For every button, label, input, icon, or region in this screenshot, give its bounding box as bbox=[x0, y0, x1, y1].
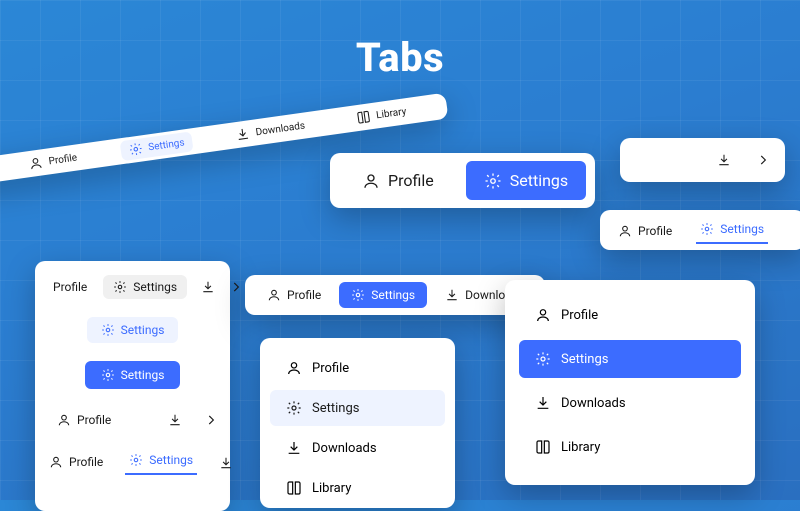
gear-icon bbox=[129, 453, 143, 467]
gear-icon bbox=[286, 400, 302, 416]
tab-label: Profile bbox=[638, 224, 672, 238]
download-icon bbox=[445, 288, 459, 302]
gear-icon bbox=[113, 280, 127, 294]
download-icon bbox=[717, 153, 731, 167]
tab-settings[interactable]: Settings bbox=[85, 361, 181, 389]
tabs-overflow bbox=[620, 138, 785, 182]
tab-profile[interactable]: Profile bbox=[45, 275, 95, 299]
tab-label: Settings bbox=[121, 368, 165, 382]
tab-profile[interactable]: Profile bbox=[614, 218, 676, 244]
tab-label: Profile bbox=[53, 280, 87, 294]
tab-label: Library bbox=[375, 106, 407, 121]
tab-settings[interactable]: Settings bbox=[270, 390, 445, 426]
tab-settings[interactable]: Settings bbox=[466, 161, 586, 200]
tab-label: Profile bbox=[48, 152, 78, 167]
tab-profile[interactable]: Profile bbox=[20, 146, 87, 175]
tab-profile[interactable]: Profile bbox=[45, 449, 107, 475]
download-icon bbox=[535, 395, 551, 411]
gear-icon bbox=[101, 323, 115, 337]
tab-downloads[interactable] bbox=[156, 407, 194, 433]
tab-settings[interactable]: Settings bbox=[519, 340, 741, 378]
scroll-right-button[interactable] bbox=[229, 275, 243, 299]
person-icon bbox=[267, 288, 281, 302]
gear-icon bbox=[127, 141, 143, 157]
tab-downloads[interactable] bbox=[705, 147, 743, 173]
tab-downloads[interactable] bbox=[195, 275, 221, 299]
tabs-underline: Profile Settings bbox=[600, 210, 800, 250]
book-icon bbox=[535, 439, 551, 455]
book-icon bbox=[286, 480, 302, 496]
tab-profile[interactable]: Profile bbox=[255, 282, 333, 308]
download-icon bbox=[168, 413, 182, 427]
tab-settings[interactable]: Settings bbox=[103, 275, 187, 299]
tab-label: Downloads bbox=[561, 396, 626, 411]
tab-settings[interactable]: Settings bbox=[119, 131, 194, 161]
tab-settings[interactable]: Settings bbox=[125, 447, 197, 475]
download-icon bbox=[286, 440, 302, 456]
tab-label: Settings bbox=[149, 453, 193, 467]
tabs-pill-row: Profile Settings Downloads Library bbox=[245, 275, 545, 315]
tab-label: Library bbox=[312, 481, 351, 496]
chevron-right-icon bbox=[229, 280, 243, 294]
tabs-large: Profile Settings bbox=[330, 153, 595, 208]
tab-downloads[interactable]: Downloads bbox=[227, 114, 315, 146]
tab-settings[interactable]: Settings bbox=[696, 216, 768, 244]
tab-label: Library bbox=[561, 440, 600, 455]
tab-label: Profile bbox=[77, 413, 111, 427]
tab-label: Settings bbox=[510, 171, 568, 190]
tab-label: Downloads bbox=[312, 441, 377, 456]
tab-label: Settings bbox=[148, 137, 186, 153]
tab-label: Profile bbox=[69, 455, 103, 469]
tab-library[interactable]: Library bbox=[519, 428, 741, 466]
tab-label: Settings bbox=[720, 222, 764, 236]
tab-label: Profile bbox=[287, 288, 321, 302]
tab-profile[interactable]: Profile bbox=[344, 161, 452, 200]
tabs-style-variants: Profile Settings Settings Settings Profi… bbox=[35, 261, 230, 511]
tab-label: Settings bbox=[133, 280, 177, 294]
tab-label: Settings bbox=[371, 288, 415, 302]
tab-label: Settings bbox=[561, 352, 608, 367]
tab-settings[interactable]: Settings bbox=[87, 317, 179, 343]
tab-profile[interactable]: Profile bbox=[519, 296, 741, 334]
tab-label: Profile bbox=[388, 171, 434, 190]
chevron-right-icon bbox=[204, 413, 218, 427]
tab-downloads[interactable]: Downloads bbox=[270, 430, 445, 466]
tab-library[interactable]: Library bbox=[270, 470, 445, 506]
tab-library[interactable]: Library bbox=[347, 100, 415, 129]
tabs-vertical-solid: Profile Settings Downloads Library bbox=[505, 280, 755, 485]
book-icon bbox=[355, 109, 371, 125]
page-title: Tabs bbox=[0, 34, 800, 81]
gear-icon bbox=[700, 222, 714, 236]
tab-label: Downloads bbox=[255, 120, 306, 138]
download-icon bbox=[201, 280, 215, 294]
tab-label: Profile bbox=[561, 308, 598, 323]
tab-downloads[interactable]: Downloads bbox=[519, 384, 741, 422]
tab-profile[interactable]: Profile bbox=[45, 407, 123, 433]
tab-label: Settings bbox=[121, 323, 165, 337]
tab-downloads[interactable] bbox=[215, 451, 237, 475]
tab-settings[interactable]: Settings bbox=[339, 282, 427, 308]
person-icon bbox=[49, 455, 63, 469]
gear-icon bbox=[484, 172, 502, 190]
tab-label: Settings bbox=[312, 401, 359, 416]
person-icon bbox=[618, 224, 632, 238]
person-icon bbox=[362, 172, 380, 190]
person-icon bbox=[286, 360, 302, 376]
tab-profile[interactable]: Profile bbox=[270, 350, 445, 386]
person-icon bbox=[28, 155, 44, 171]
gear-icon bbox=[101, 368, 115, 382]
download-icon bbox=[219, 456, 233, 470]
gear-icon bbox=[535, 351, 551, 367]
tabs-vertical-light: Profile Settings Downloads Library bbox=[260, 338, 455, 508]
download-icon bbox=[235, 126, 251, 142]
scroll-right-button[interactable] bbox=[751, 148, 775, 172]
gear-icon bbox=[351, 288, 365, 302]
person-icon bbox=[57, 413, 71, 427]
person-icon bbox=[535, 307, 551, 323]
chevron-right-icon bbox=[756, 153, 770, 167]
scroll-right-button[interactable] bbox=[202, 408, 220, 432]
tab-label: Profile bbox=[312, 361, 349, 376]
